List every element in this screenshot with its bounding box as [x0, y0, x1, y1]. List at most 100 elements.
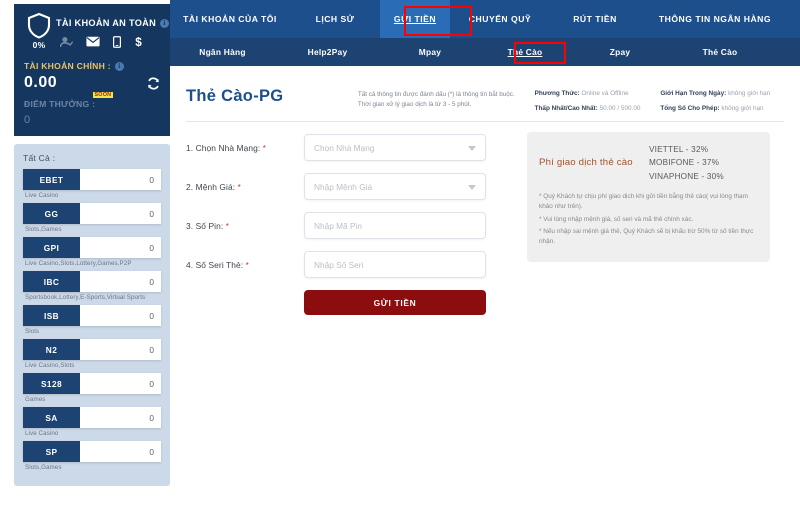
field-label-text: 2. Mệnh Giá:: [186, 181, 236, 192]
game-categories: Live Casino: [25, 430, 59, 437]
meta-method-label: Phương Thức:: [534, 90, 580, 97]
shield-progress: 0%: [22, 12, 56, 50]
meta-minmax: Thấp Nhất/Cao Nhất: 50.00 / 500.00: [535, 104, 661, 113]
subnav-item-the-cao[interactable]: Thẻ Cào: [480, 38, 570, 66]
field-label: 1. Chọn Nhà Mạng: *: [186, 143, 304, 153]
game-balance-bar[interactable]: IBC 0: [23, 271, 161, 292]
form-rows: 1. Chọn Nhà Mạng: * Chọn Nhà Mạng 2. Mệnh …: [186, 134, 515, 278]
game-balance-value: 0: [80, 441, 161, 462]
game-balance-row[interactable]: ISB 0 Slots: [23, 305, 161, 335]
soon-badge: SOON: [92, 92, 114, 98]
subnav-item-bank[interactable]: Ngân Hàng: [170, 38, 275, 66]
fee-rate-item: MOBIFONE - 37%: [649, 158, 720, 168]
field-label: 4. Số Seri Thẻ: *: [186, 260, 304, 270]
nav-item-history[interactable]: LỊCH SỬ: [290, 0, 380, 38]
game-balance-value: 0: [80, 203, 161, 224]
header-divider: [186, 121, 784, 122]
game-provider-tag: N2: [23, 339, 80, 360]
game-provider-tag: GG: [23, 203, 80, 224]
envelope-icon[interactable]: [86, 36, 100, 47]
subnav-item-zpay[interactable]: Zpay: [570, 38, 670, 66]
nav-item-bank-info[interactable]: THÔNG TIN NGÂN HÀNG: [640, 0, 790, 38]
meta-total-allowed: Tổng Số Cho Phép: không giới hạn: [660, 104, 786, 113]
game-balance-bar[interactable]: GPI 0: [23, 237, 161, 258]
game-balance-row[interactable]: N2 0 Live Casino,Slots: [23, 339, 161, 369]
game-balance-bar[interactable]: SP 0: [23, 441, 161, 462]
form-row: 4. Số Seri Thẻ: * Nhập Số Seri: [186, 251, 515, 278]
form-row: 3. Số Pin: * Nhập Mã Pin: [186, 212, 515, 239]
game-balance-value: 0: [80, 271, 161, 292]
dollar-icon[interactable]: $: [134, 35, 143, 48]
reward-points-value: 0: [24, 114, 31, 126]
phone-icon[interactable]: [113, 35, 121, 48]
game-balance-bar[interactable]: N2 0: [23, 339, 161, 360]
main-content: Thẻ Cào-PG Tất cả thông tin được đánh dấ…: [170, 66, 800, 515]
game-balance-row[interactable]: SP 0 Slots,Games: [23, 441, 161, 471]
svg-text:$: $: [135, 36, 142, 48]
game-categories: Sportsbook,Lottery,E-Sports,Virtual Spor…: [25, 294, 146, 301]
game-balance-bar[interactable]: SA 0: [23, 407, 161, 428]
game-balance-row[interactable]: SA 0 Live Casino: [23, 407, 161, 437]
field-placeholder: Nhập Số Seri: [314, 259, 364, 270]
field-1-input[interactable]: Chọn Nhà Mạng: [304, 134, 486, 161]
form-row: 1. Chọn Nhà Mạng: * Chọn Nhà Mạng: [186, 134, 515, 161]
left-sidebar: 0% TÀI KHOẢN AN TOÀN i $ TÀI KHOẢN CHÍNH…: [0, 0, 170, 515]
safe-account-percent: 0%: [32, 40, 46, 50]
fee-card-title: Phí giao dịch thẻ cào: [539, 157, 633, 169]
chevron-down-icon[interactable]: [468, 185, 476, 190]
nav-item-deposit[interactable]: GỬI TIỀN: [380, 0, 450, 38]
field-2-input[interactable]: Nhập Mệnh Giá: [304, 173, 486, 200]
submit-deposit-button[interactable]: GỬI TIỀN: [304, 290, 486, 315]
nav-item-transfer[interactable]: CHUYỂN QUỸ: [450, 0, 550, 38]
field-3-input[interactable]: Nhập Mã Pin: [304, 212, 486, 239]
required-marker: *: [245, 260, 249, 270]
meta-daily-limit-label: Giới Hạn Trong Ngày:: [660, 90, 727, 97]
game-balance-row[interactable]: GG 0 Slots,Games: [23, 203, 161, 233]
field-4-input[interactable]: Nhập Số Seri: [304, 251, 486, 278]
game-provider-tag: S128: [23, 373, 80, 394]
page-notes: Tất cả thông tin được đánh dấu (*) là th…: [358, 80, 535, 110]
game-provider-tag: SP: [23, 441, 80, 462]
info-icon-balance[interactable]: i: [114, 61, 124, 71]
game-balance-value: 0: [80, 169, 161, 190]
reward-points-label: ĐIỂM THƯỞNG : SOON: [24, 92, 114, 109]
subnav-item-mpay[interactable]: Mpay: [380, 38, 480, 66]
subnav-item-the-cao-2[interactable]: Thẻ Cào: [670, 38, 770, 66]
game-balance-bar[interactable]: ISB 0: [23, 305, 161, 326]
game-balance-value: 0: [80, 339, 161, 360]
meta-total-allowed-value: không giới hạn: [721, 105, 764, 113]
refresh-icon[interactable]: [147, 76, 160, 90]
form-row: 2. Mệnh Giá: * Nhập Mệnh Giá: [186, 173, 515, 200]
chevron-down-icon[interactable]: [468, 146, 476, 151]
game-balance-row[interactable]: EBET 0 Live Casino: [23, 169, 161, 199]
subnav-item-help2pay[interactable]: Help2Pay: [275, 38, 380, 66]
shield-icon: [27, 12, 51, 39]
note-line-1: Tất cả thông tin được đánh dấu (*) là th…: [357, 91, 515, 98]
page-title: Thẻ Cào-PG: [186, 87, 284, 105]
app-root: 0% TÀI KHOẢN AN TOÀN i $ TÀI KHOẢN CHÍNH…: [0, 0, 800, 515]
info-icon[interactable]: i: [160, 18, 170, 28]
meta-method: Phương Thức: Online và Offline: [535, 89, 661, 98]
nav-item-withdraw[interactable]: RÚT TIỀN: [550, 0, 640, 38]
game-balance-value: 0: [80, 305, 161, 326]
game-provider-tag: SA: [23, 407, 80, 428]
game-categories: Slots,Games: [25, 464, 62, 471]
field-placeholder: Chọn Nhà Mạng: [314, 142, 375, 153]
game-balance-bar[interactable]: EBET 0: [23, 169, 161, 190]
user-verify-icon[interactable]: [60, 36, 73, 48]
submit-row: GỬI TIỀN: [186, 290, 515, 315]
game-balance-row[interactable]: IBC 0 Sportsbook,Lottery,E-Sports,Virtual …: [23, 271, 161, 301]
game-balance-value: 0: [80, 237, 161, 258]
nav-item-my-account[interactable]: TÀI KHOẢN CỦA TÔI: [170, 0, 290, 38]
game-balance-value: 0: [80, 407, 161, 428]
deposit-form: 1. Chọn Nhà Mạng: * Chọn Nhà Mạng 2. Mệnh …: [170, 128, 515, 315]
fee-note-item: * Vui lòng nhập mệnh giá, số seri và mã …: [539, 215, 694, 223]
game-balance-row[interactable]: GPI 0 Live Casino,Slots,Lottery,Games,P2P: [23, 237, 161, 267]
game-balance-bar[interactable]: GG 0: [23, 203, 161, 224]
game-balance-row[interactable]: S128 0 Games: [23, 373, 161, 403]
meta-total-allowed-label: Tổng Số Cho Phép:: [660, 105, 720, 113]
required-marker: *: [262, 143, 266, 153]
game-balance-bar[interactable]: S128 0: [23, 373, 161, 394]
main-navigation: TÀI KHOẢN CỦA TÔI LỊCH SỬ GỬI TIỀN CHUYỂ…: [170, 0, 800, 38]
account-summary-panel: 0% TÀI KHOẢN AN TOÀN i $ TÀI KHOẢN CHÍNH…: [14, 4, 170, 136]
